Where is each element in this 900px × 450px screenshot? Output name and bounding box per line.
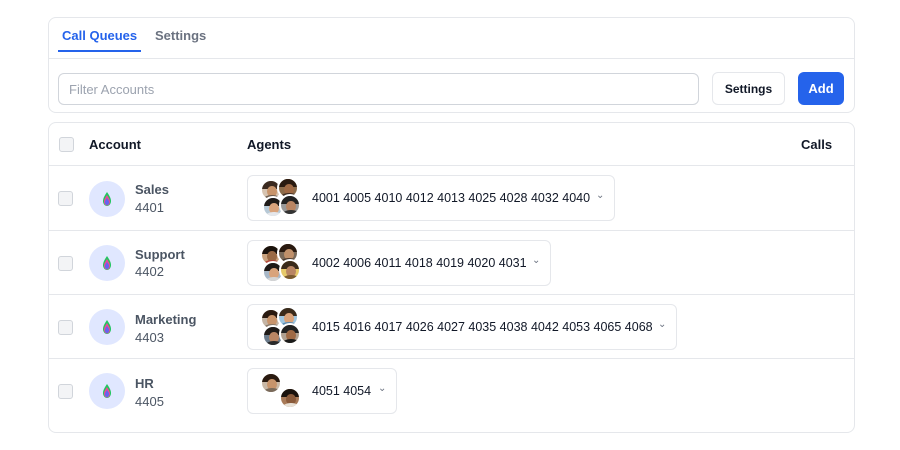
- account-name: Support: [135, 247, 185, 262]
- table-row[interactable]: HR 4405 4051 4054 ⌄: [49, 359, 854, 432]
- chevron-down-icon: ⌄: [658, 319, 667, 330]
- colorful-flame-icon: [103, 384, 111, 398]
- row-checkbox[interactable]: [58, 384, 73, 399]
- add-button[interactable]: Add: [798, 72, 844, 105]
- agent-photo: [260, 372, 282, 394]
- table-row[interactable]: Support 4402 4002 4006 4011 4018 4019 40…: [49, 231, 854, 295]
- agent-extensions: 4015 4016 4017 4026 4027 4035 4038 4042 …: [312, 320, 653, 334]
- agent-avatar-stack: [260, 242, 301, 284]
- account-name: HR: [135, 376, 154, 391]
- agent-photo: [279, 259, 301, 281]
- agent-avatar-stack: [260, 306, 301, 348]
- tab-settings[interactable]: Settings: [155, 28, 206, 43]
- select-all-checkbox[interactable]: [59, 137, 74, 152]
- tab-bar: Call Queues Settings: [49, 18, 854, 59]
- agent-avatar-stack: [260, 372, 301, 412]
- table-row[interactable]: Marketing 4403 4015 4016 4017 4026 4027 …: [49, 295, 854, 359]
- row-checkbox[interactable]: [58, 191, 73, 206]
- agent-extensions: 4001 4005 4010 4012 4013 4025 4028 4032 …: [312, 191, 591, 205]
- agent-avatar-stack: [260, 177, 301, 219]
- account-avatar: [89, 309, 125, 345]
- colorful-flame-icon: [103, 192, 111, 206]
- chevron-down-icon: ⌄: [596, 190, 605, 201]
- column-header-account: Account: [89, 137, 141, 152]
- filter-accounts-input[interactable]: [58, 73, 699, 105]
- row-checkbox[interactable]: [58, 320, 73, 335]
- agents-dropdown[interactable]: 4002 4006 4011 4018 4019 4020 4031 ⌄: [247, 240, 551, 286]
- account-name: Sales: [135, 182, 169, 197]
- account-number: 4401: [135, 200, 164, 215]
- agent-photo: [279, 387, 301, 409]
- accounts-table: Account Agents Calls Sales 4401 4001 400…: [48, 122, 855, 433]
- table-header: Account Agents Calls: [49, 123, 854, 166]
- agents-dropdown[interactable]: 4015 4016 4017 4026 4027 4035 4038 4042 …: [247, 304, 677, 350]
- agents-dropdown[interactable]: 4001 4005 4010 4012 4013 4025 4028 4032 …: [247, 175, 615, 221]
- account-number: 4402: [135, 264, 164, 279]
- agents-dropdown[interactable]: 4051 4054 ⌄: [247, 368, 397, 414]
- agent-photo: [279, 323, 301, 345]
- colorful-flame-icon: [103, 320, 111, 334]
- agent-extensions: 4051 4054: [312, 384, 372, 398]
- chevron-down-icon: ⌄: [532, 255, 541, 266]
- account-number: 4405: [135, 394, 164, 409]
- account-avatar: [89, 373, 125, 409]
- chevron-down-icon: ⌄: [378, 383, 387, 394]
- settings-button[interactable]: Settings: [712, 72, 785, 105]
- account-avatar: [89, 245, 125, 281]
- column-header-agents: Agents: [247, 137, 292, 152]
- table-row[interactable]: Sales 4401 4001 4005 4010 4012 4013 4025…: [49, 166, 854, 231]
- agent-photo: [279, 194, 301, 216]
- agent-extensions: 4002 4006 4011 4018 4019 4020 4031: [312, 256, 527, 270]
- account-name: Marketing: [135, 312, 197, 327]
- account-number: 4403: [135, 330, 164, 345]
- row-checkbox[interactable]: [58, 256, 73, 271]
- account-avatar: [89, 181, 125, 217]
- tab-call-queues[interactable]: Call Queues: [57, 28, 142, 52]
- colorful-flame-icon: [103, 256, 111, 270]
- column-header-calls: Calls: [801, 137, 833, 152]
- toolbar-card: Call Queues Settings Settings Add: [48, 17, 855, 113]
